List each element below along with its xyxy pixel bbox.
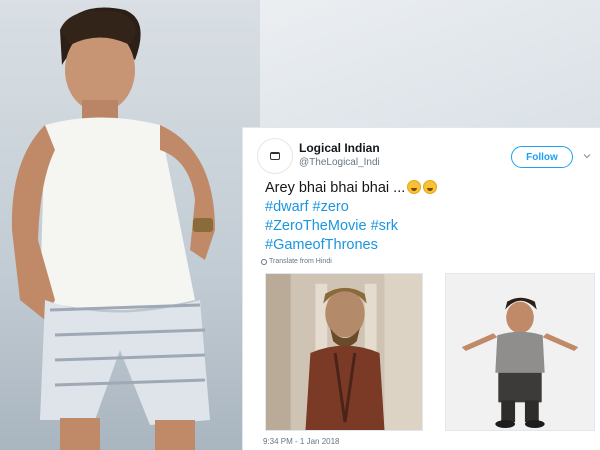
display-name[interactable]: Logical Indian (299, 141, 380, 155)
chevron-down-icon[interactable] (583, 152, 591, 160)
laughing-emoji-icon (423, 180, 438, 194)
tweet-timestamp[interactable]: 9:34 PM - 1 Jan 2018 (263, 437, 340, 446)
hashtags-line-2[interactable]: #ZeroTheMovie #srk (265, 217, 585, 236)
follow-button[interactable]: Follow (511, 146, 573, 168)
actor-photo (11, 7, 215, 450)
user-handle[interactable]: @TheLogical_Indi (299, 157, 380, 168)
tweet-card: Logical Indian @TheLogical_Indi Follow A… (242, 127, 600, 450)
hashtags-line-3[interactable]: #GameofThrones (265, 236, 585, 255)
translate-label: Translate from Hindi (269, 258, 332, 265)
logo-crest-icon (270, 152, 280, 160)
media-image-left[interactable] (265, 273, 423, 431)
tweet-media (265, 273, 595, 433)
hashtags-line-1[interactable]: #dwarf #zero (265, 198, 585, 217)
tweet-text: Arey bhai bhai bhai ... #dwarf #zero #Ze… (265, 179, 585, 255)
globe-icon (261, 258, 267, 265)
tweet-header: Logical Indian @TheLogical_Indi Follow (243, 128, 600, 176)
laughing-emoji-icon (407, 180, 422, 194)
avatar[interactable] (257, 138, 293, 174)
media-image-right[interactable] (445, 273, 595, 431)
translate-link[interactable]: Translate from Hindi (261, 258, 332, 265)
tweet-body: Arey bhai bhai bhai ... (265, 180, 406, 196)
